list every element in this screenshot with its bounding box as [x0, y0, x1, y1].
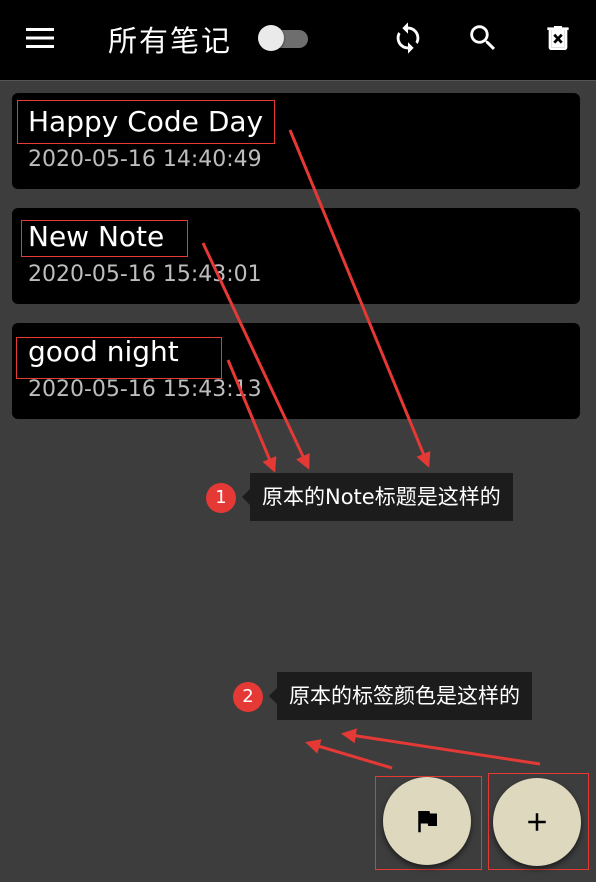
arrow — [305, 739, 393, 770]
add-icon — [528, 813, 546, 831]
arrow — [288, 129, 431, 468]
flag-icon — [418, 811, 437, 833]
annotation-badge: 2 — [233, 682, 263, 712]
annotation-arrows — [201, 129, 541, 770]
arrow — [341, 728, 541, 766]
arrow — [201, 242, 310, 470]
annotation-callout: 原本的Note标题是这样的 — [242, 473, 513, 521]
annotation-badge: 1 — [206, 483, 236, 513]
annotation-callout: 原本的标签颜色是这样的 — [269, 672, 532, 720]
tag-color-button[interactable] — [383, 777, 471, 865]
add-note-button[interactable] — [493, 778, 581, 866]
